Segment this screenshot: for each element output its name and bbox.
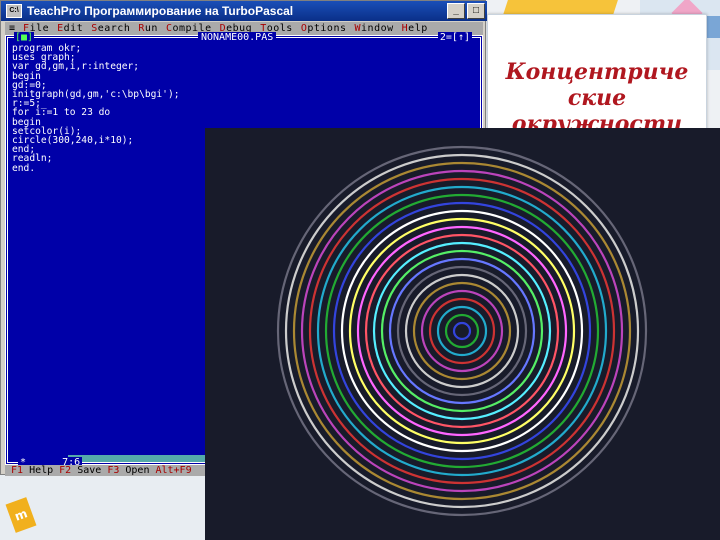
status-f1[interactable]: F1 Help <box>11 465 53 476</box>
circle-ring <box>292 161 632 501</box>
editor-frame-header: [■] NONAME00.PAS 2=[↑] <box>8 32 480 43</box>
circles-output-photo <box>205 128 720 540</box>
status-alt-f9[interactable]: Alt+F9 <box>155 465 191 476</box>
status-key: F2 <box>59 465 72 476</box>
status-key: F1 <box>11 465 24 476</box>
status-key: F3 <box>107 465 120 476</box>
slide-title-card: Концентриче ские окружности <box>487 14 707 138</box>
circle-ring <box>412 281 512 381</box>
editor-filename: NONAME00.PAS <box>198 32 277 43</box>
code-line[interactable]: circle(300,240,i*10); <box>12 136 180 146</box>
circle-ring <box>308 177 616 485</box>
circle-ring <box>420 289 504 373</box>
status-label: Save <box>71 465 102 476</box>
circle-ring <box>428 297 496 365</box>
status-label: Help <box>23 465 54 476</box>
slide-background-strip <box>0 475 205 540</box>
circle-ring <box>364 233 560 429</box>
status-f3[interactable]: F3 Open <box>107 465 149 476</box>
concentric-circles-graphic <box>276 145 648 517</box>
status-f2[interactable]: F2 Save <box>59 465 101 476</box>
code-line[interactable]: readln; <box>12 154 180 164</box>
circle-ring <box>372 241 552 421</box>
status-key: Alt+F9 <box>155 465 192 476</box>
maximize-button[interactable]: □ <box>467 3 485 19</box>
app-icon[interactable]: C:\ <box>6 4 22 18</box>
window-title: TeachPro Программирование на TurboPascal <box>27 4 294 18</box>
slide-title: Концентриче ские окружности <box>505 59 689 137</box>
source-code[interactable]: program okr; uses graph; var gd,gm,i,r:int… <box>12 44 180 173</box>
circle-ring <box>348 217 576 445</box>
window-titlebar[interactable]: C:\ TeachPro Программирование на TurboPa… <box>1 1 487 21</box>
editor-close-box[interactable]: [■] <box>14 32 35 43</box>
circle-ring <box>332 201 592 461</box>
circle-ring <box>452 321 472 341</box>
circle-ring <box>396 265 528 397</box>
editor-window-number[interactable]: 2=[↑] <box>437 32 472 43</box>
status-label: Open <box>119 465 150 476</box>
circle-ring <box>284 153 640 509</box>
circle-ring <box>340 209 584 453</box>
circle-ring <box>444 313 480 349</box>
circle-ring <box>388 257 536 405</box>
circle-ring <box>316 185 608 477</box>
minimize-button[interactable]: _ <box>447 3 465 19</box>
code-line[interactable]: end. <box>12 163 180 173</box>
